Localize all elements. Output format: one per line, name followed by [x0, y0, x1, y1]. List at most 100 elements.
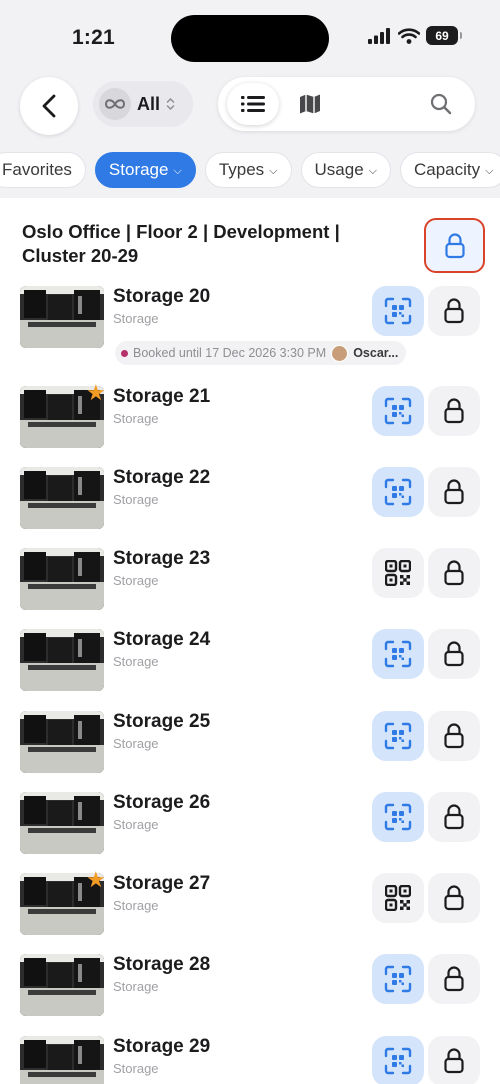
favorite-star-icon: ★	[86, 867, 106, 892]
lock-button[interactable]	[428, 629, 480, 679]
qr-button[interactable]	[372, 954, 424, 1004]
chevron-down-icon: ⌵	[173, 164, 182, 177]
qr-scan-icon	[384, 297, 412, 325]
lock-button[interactable]	[428, 711, 480, 761]
favorite-star-icon: ★	[86, 380, 106, 405]
resource-thumbnail	[20, 467, 104, 529]
filter-label: Storage	[108, 160, 169, 179]
lock-icon	[444, 885, 464, 911]
avatar	[331, 344, 349, 362]
resource-thumbnail	[20, 954, 104, 1016]
list-item[interactable]: ★ Storage 21 Storage	[0, 382, 500, 464]
filter-label: Types	[218, 160, 265, 179]
list-item[interactable]: Storage 29 Storage	[0, 1036, 500, 1084]
qr-button[interactable]	[372, 711, 424, 761]
chevron-updown-icon	[166, 97, 175, 111]
qr-button[interactable]	[372, 873, 424, 923]
resource-type: Storage	[113, 817, 159, 832]
qr-scan-icon	[384, 478, 412, 506]
lock-icon	[444, 1048, 464, 1074]
filter-label: Usage	[314, 160, 364, 179]
resource-type: Storage	[113, 1061, 159, 1076]
status-bar: 1:21 69	[0, 0, 500, 74]
qr-scan-icon	[384, 965, 412, 993]
filter-types[interactable]: Types ⌵	[204, 152, 292, 188]
list-icon	[241, 96, 265, 112]
qr-code-icon	[385, 560, 411, 586]
cluster-title: Oslo Office | Floor 2 | Development | Cl…	[22, 221, 340, 266]
lock-icon	[444, 398, 464, 424]
qr-button[interactable]	[372, 467, 424, 517]
list-item[interactable]: ★ Storage 27 Storage	[0, 869, 500, 951]
resource-thumbnail	[20, 629, 104, 691]
filter-storage[interactable]: Storage ⌵	[94, 152, 196, 188]
resource-title: Storage 26	[113, 792, 211, 813]
qr-button[interactable]	[372, 386, 424, 436]
lock-button[interactable]	[428, 386, 480, 436]
resource-title: Storage 24	[113, 629, 211, 650]
lock-icon	[444, 966, 464, 992]
list-item[interactable]: Storage 28 Storage	[0, 954, 500, 1032]
view-toggle-group	[218, 77, 475, 131]
list-item[interactable]: Storage 24 Storage	[0, 629, 500, 707]
list-item[interactable]: Storage 26 Storage	[0, 792, 500, 870]
list-item[interactable]: Storage 23 Storage	[0, 548, 500, 626]
list-item[interactable]: Storage 22 Storage	[0, 467, 500, 545]
qr-button[interactable]	[372, 629, 424, 679]
resource-thumbnail	[20, 548, 104, 610]
resource-type: Storage	[113, 736, 159, 751]
lock-button[interactable]	[428, 1036, 480, 1084]
qr-button[interactable]	[372, 792, 424, 842]
qr-code-icon	[385, 885, 411, 911]
resource-type: Storage	[113, 492, 159, 507]
resource-type: Storage	[113, 898, 159, 913]
list-view-button[interactable]	[227, 83, 279, 125]
filter-usage[interactable]: Usage ⌵	[300, 152, 391, 188]
resource-thumbnail	[20, 792, 104, 854]
battery-level: 69	[435, 28, 449, 43]
lock-button[interactable]	[428, 548, 480, 598]
resource-title: Storage 29	[113, 1036, 211, 1057]
filter-capacity[interactable]: Capacity ⌵	[400, 152, 500, 188]
qr-scan-icon	[384, 722, 412, 750]
search-button[interactable]	[421, 84, 461, 124]
filter-favorites[interactable]: Favorites	[0, 152, 86, 188]
chevron-down-icon: ⌵	[485, 164, 494, 177]
back-button[interactable]	[20, 77, 78, 135]
booking-text: Booked until 17 Dec 2026 3:30 PM	[133, 346, 327, 360]
lock-icon	[444, 232, 465, 258]
lock-button[interactable]	[428, 792, 480, 842]
qr-button[interactable]	[372, 1036, 424, 1084]
filter-bar: Favorites Storage ⌵ Types ⌵ Usage ⌵ Capacit…	[0, 152, 500, 188]
lock-button[interactable]	[428, 954, 480, 1004]
lock-button[interactable]	[428, 873, 480, 923]
dynamic-island	[171, 15, 329, 62]
resource-title: Storage 25	[113, 711, 211, 732]
lock-button[interactable]	[428, 286, 480, 336]
nav-bar: All	[0, 77, 500, 137]
chevron-down-icon: ⌵	[269, 164, 278, 177]
lock-icon	[444, 641, 464, 667]
search-icon	[430, 93, 452, 115]
resource-list: Oslo Office | Floor 2 | Development | Cl…	[0, 198, 500, 1084]
resource-type: Storage	[113, 573, 159, 588]
qr-button[interactable]	[372, 286, 424, 336]
scope-selector[interactable]: All	[93, 81, 193, 127]
resource-title: Storage 27	[113, 873, 211, 894]
lock-icon	[444, 804, 464, 830]
lock-icon	[444, 298, 464, 324]
qr-button[interactable]	[372, 548, 424, 598]
qr-scan-icon	[384, 803, 412, 831]
cluster-lock-button[interactable]	[424, 218, 485, 273]
resource-thumbnail	[20, 711, 104, 773]
cellular-signal-icon	[368, 27, 390, 44]
list-item[interactable]: Storage 25 Storage	[0, 711, 500, 789]
infinity-icon	[99, 88, 131, 120]
lock-button[interactable]	[428, 467, 480, 517]
scope-label: All	[137, 93, 161, 114]
map-icon	[300, 94, 320, 114]
booking-badge[interactable]: Booked until 17 Dec 2026 3:30 PM Oscar..…	[115, 341, 407, 365]
map-view-button[interactable]	[284, 83, 336, 125]
chevron-left-icon	[42, 94, 56, 118]
battery-icon: 69	[426, 26, 462, 45]
